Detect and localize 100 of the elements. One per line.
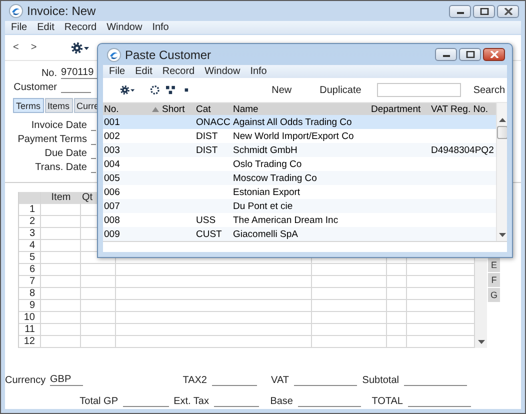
close-icon [490, 51, 498, 58]
line-number: 5 [29, 252, 35, 264]
table-cell: 001 [103, 116, 120, 128]
menu-item[interactable]: Edit [135, 66, 152, 77]
line-number: 6 [29, 264, 35, 276]
maximize-icon [480, 8, 488, 14]
input-field[interactable]: GBP [50, 374, 83, 386]
menu-item[interactable]: Window [106, 22, 142, 33]
table-row[interactable]: 003 DIST Schmidt GmbH D4948304PQ2 [103, 143, 496, 157]
back-button[interactable]: < [13, 42, 19, 53]
field-label: Customer [12, 82, 58, 93]
column-header[interactable]: Name [232, 103, 370, 115]
close-button[interactable] [483, 48, 505, 61]
table-cell: ONACC [195, 116, 230, 128]
field-label: Total GP [78, 396, 119, 407]
scrollbar-thumb[interactable] [496, 126, 507, 139]
table-row[interactable]: 005 Moscow Trading Co [103, 171, 496, 185]
gear-menu-icon[interactable] [70, 42, 91, 54]
column-header[interactable]: Item [51, 192, 71, 204]
table-cell: Oslo Trading Co [232, 158, 302, 170]
menu-item[interactable]: File [109, 66, 126, 77]
menu-item[interactable]: Window [204, 66, 240, 77]
line-number: 3 [29, 228, 35, 240]
menu-item[interactable]: File [11, 22, 28, 33]
table-cell: 008 [103, 214, 120, 226]
table-row[interactable]: 008 USS The American Dream Inc [103, 213, 496, 227]
window-title: Invoice: New [27, 4, 97, 18]
spinner-icon[interactable] [150, 84, 160, 96]
menu-item[interactable]: Edit [37, 22, 54, 33]
app-icon [9, 4, 23, 18]
table-cell: D4948304PQ2 [430, 144, 494, 156]
menu-item[interactable]: Info [250, 66, 267, 77]
menu-item[interactable]: Info [152, 22, 169, 33]
side-tab[interactable]: G [488, 288, 500, 302]
column-header[interactable]: VAT Reg. No. [430, 103, 496, 115]
minimize-button[interactable] [435, 48, 457, 61]
table-row[interactable]: 006 Estonian Export [103, 185, 496, 199]
table-cell: 006 [103, 186, 120, 198]
minimize-button[interactable] [449, 4, 471, 18]
forward-button[interactable]: > [30, 42, 37, 53]
field-label: Subtotal [361, 375, 400, 386]
search-field[interactable] [377, 83, 462, 97]
field-label: No. [40, 68, 58, 79]
square-icon[interactable] [184, 87, 189, 93]
table-cell: USS [195, 214, 216, 226]
new-button[interactable]: New [270, 84, 294, 96]
column-header[interactable]: Short [161, 103, 195, 115]
field-label: Currency [5, 375, 47, 386]
column-header[interactable]: Department [370, 103, 430, 115]
table-cell: 003 [103, 144, 120, 156]
close-button[interactable] [497, 4, 519, 18]
field-label: Ext. Tax [172, 396, 210, 407]
table-row[interactable]: 009 CUST Giacomelli SpA [103, 227, 496, 241]
tab[interactable]: Items [44, 98, 73, 113]
scroll-up-icon[interactable] [498, 118, 506, 122]
table-cell: New World Import/Export Co [232, 130, 354, 142]
line-number: 1 [29, 204, 35, 216]
tree-icon[interactable] [166, 85, 176, 95]
table-cell: Moscow Trading Co [232, 172, 317, 184]
table-cell: 002 [103, 130, 120, 142]
table-cell: 009 [103, 228, 120, 240]
table-row[interactable]: 004 Oslo Trading Co [103, 157, 496, 171]
line-number: 7 [29, 276, 35, 288]
gear-menu-icon[interactable] [120, 84, 136, 96]
scrollbar[interactable] [496, 103, 507, 241]
column-header[interactable]: Qt [82, 192, 93, 204]
field-label: Due Date [44, 148, 88, 159]
table-cell: Estonian Export [232, 186, 300, 198]
tab[interactable]: Terms [13, 98, 44, 113]
table-cell: 005 [103, 172, 120, 184]
field-label: TOTAL [370, 396, 404, 407]
menu-item[interactable]: Record [64, 22, 97, 33]
table-row[interactable]: 001 ONACC Against All Odds Trading Co [103, 115, 496, 129]
line-number: 2 [29, 216, 35, 228]
table-row[interactable]: 002 DIST New World Import/Export Co [103, 129, 496, 143]
scroll-down-icon[interactable] [498, 233, 506, 237]
side-tab[interactable]: E [488, 258, 500, 272]
scroll-down-icon[interactable] [478, 340, 484, 344]
window-title: Paste Customer [125, 48, 212, 62]
sort-arrow-icon [152, 106, 159, 112]
column-header[interactable]: No. [103, 103, 161, 115]
scrollbar[interactable] [475, 260, 487, 348]
table-cell: Against All Odds Trading Co [232, 116, 352, 128]
maximize-button[interactable] [473, 4, 495, 18]
table-cell: Schmidt GmbH [232, 144, 298, 156]
maximize-button[interactable] [459, 48, 481, 61]
side-tab[interactable]: F [488, 273, 500, 287]
table-cell: The American Dream Inc [232, 214, 338, 226]
field-label: Base [269, 396, 294, 407]
menu-item[interactable]: Record [162, 66, 195, 77]
close-icon [504, 8, 512, 14]
duplicate-button[interactable]: Duplicate [318, 84, 364, 96]
line-number: 10 [24, 312, 35, 324]
line-number: 4 [29, 240, 35, 252]
column-header[interactable]: Cat [195, 103, 232, 115]
maximize-icon [466, 51, 474, 58]
table-row[interactable]: 007 Du Pont et cie [103, 199, 496, 213]
line-number: 11 [24, 324, 35, 336]
search-button[interactable]: Search [471, 84, 508, 96]
field-label: Trans. Date [34, 162, 88, 173]
